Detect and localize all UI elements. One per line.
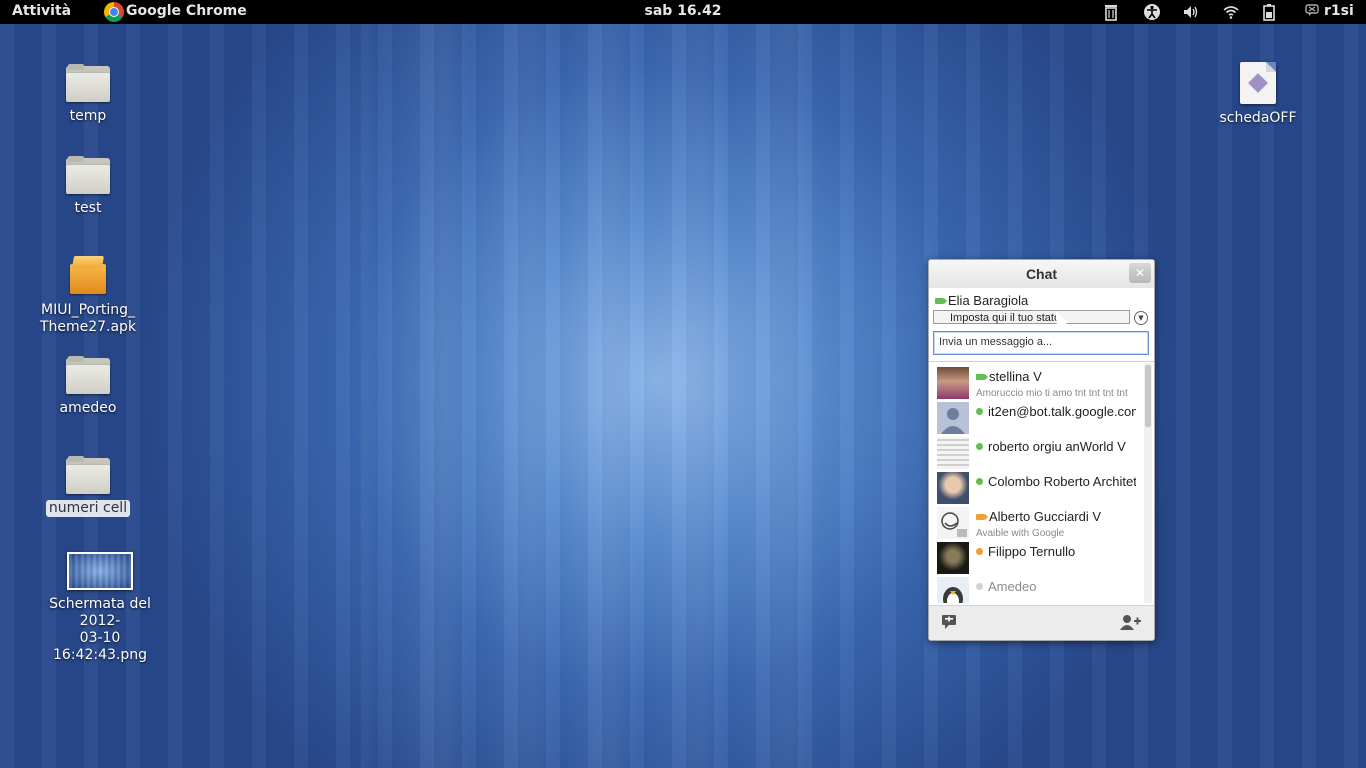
wifi-icon[interactable] [1222,3,1240,21]
contact-list-scrollbar[interactable] [1144,363,1152,603]
video-camera-icon [935,298,947,304]
top-panel: Attività Google Chrome sab 16.42 r1si [0,0,1366,24]
avatar [937,577,969,603]
contact-name-row: it2en@bot.talk.google.com [976,404,1136,419]
contact-item[interactable]: Filippo Ternullo [929,538,1144,574]
desktop-icon-test[interactable]: test [28,156,148,217]
folder-icon [66,356,110,394]
contact-name: Filippo Ternullo [988,544,1076,559]
contact-name-row: Alberto Gucciardi V [976,509,1136,524]
avatar [937,367,969,399]
chat-footer [929,605,1154,640]
contact-item[interactable]: it2en@bot.talk.google.com [929,398,1144,434]
accessibility-icon[interactable] [1143,3,1161,21]
desktop-icon-label: test [74,200,102,216]
desktop-icon-label: schedaOFF [1219,110,1297,126]
my-name: Elia Baragiola [948,293,1029,308]
status-input[interactable]: Imposta qui il tuo stato [933,310,1130,324]
contact-name: Alberto Gucciardi V [989,509,1101,524]
contact-item[interactable]: Colombo Roberto Architetto [929,468,1144,504]
contact-item[interactable]: stellina V Amoruccio mio ti amo tnt tnt … [929,363,1144,399]
message-search-input[interactable]: Invia un messaggio a... [933,331,1149,355]
desktop-icon-schedaoff[interactable]: schedaOFF [1198,62,1318,127]
desktop-icon-label: Schermata del 2012- 03-10 16:42:43.png [49,596,151,663]
video-camera-away-icon [976,514,988,520]
away-status-icon [976,548,983,555]
contact-list: stellina V Amoruccio mio ti amo tnt tnt … [929,363,1144,603]
offline-status-icon [976,583,983,590]
chat-title: Chat [929,260,1154,288]
avatar [937,542,969,574]
scrollbar-thumb[interactable] [1145,365,1151,427]
contact-name-row: Colombo Roberto Architetto [976,474,1136,489]
volume-icon[interactable] [1182,3,1200,21]
contact-item[interactable]: Amedeo [929,573,1144,603]
contact-item[interactable]: Alberto Gucciardi V Avaible with Google [929,503,1144,539]
online-status-icon [976,408,983,415]
document-icon [1240,62,1276,104]
folder-icon [66,156,110,194]
contact-name-row: Filippo Ternullo [976,544,1136,559]
folder-icon [66,64,110,102]
avatar [937,507,969,539]
divider [929,361,1154,362]
video-camera-icon [976,374,988,380]
add-contact-icon[interactable] [1119,614,1141,630]
contact-name: Amedeo [988,579,1037,594]
desktop-icon-label: temp [69,108,107,124]
image-thumbnail-icon [67,552,133,590]
chat-status-icon[interactable] [1305,3,1323,21]
avatar [937,402,969,434]
trash-icon[interactable] [1103,3,1121,21]
contact-name: Colombo Roberto Architetto [988,474,1136,489]
online-status-icon [976,443,983,450]
desktop-icon-apk[interactable]: MIUI_Porting_ Theme27.apk [28,256,148,336]
contact-name-row: Amedeo [976,579,1136,594]
desktop-icon-label: amedeo [59,400,117,416]
desktop-icon-numeri-cell[interactable]: numeri cell [28,456,148,517]
contact-name-row: roberto orgiu anWorld V [976,439,1136,454]
contact-name: roberto orgiu anWorld V [988,439,1126,454]
chat-window: Chat ✕ Elia Baragiola Imposta qui il tuo… [928,259,1155,641]
desktop-icon-label: numeri cell [45,500,131,517]
group-chat-icon[interactable] [941,614,959,630]
desktop-icon-amedeo[interactable]: amedeo [28,356,148,417]
contact-name: it2en@bot.talk.google.com [988,404,1136,419]
close-button[interactable]: ✕ [1129,263,1151,283]
clock[interactable]: sab 16.42 [0,3,1366,19]
my-account[interactable]: Elia Baragiola [935,293,1028,308]
contact-name-row: stellina V [976,369,1136,384]
avatar [937,472,969,504]
desktop-icon-label: MIUI_Porting_ Theme27.apk [39,302,137,335]
package-icon [68,256,108,296]
battery-icon[interactable] [1262,3,1280,21]
avatar [937,437,969,469]
status-dropdown-icon[interactable]: ▼ [1134,311,1148,325]
folder-icon [66,456,110,494]
online-status-icon [976,478,983,485]
user-menu[interactable]: r1si [1324,3,1354,19]
desktop-icon-screenshot[interactable]: Schermata del 2012- 03-10 16:42:43.png [30,552,170,664]
contact-item[interactable]: roberto orgiu anWorld V [929,433,1144,469]
contact-name: stellina V [989,369,1042,384]
desktop-icon-temp[interactable]: temp [28,64,148,125]
